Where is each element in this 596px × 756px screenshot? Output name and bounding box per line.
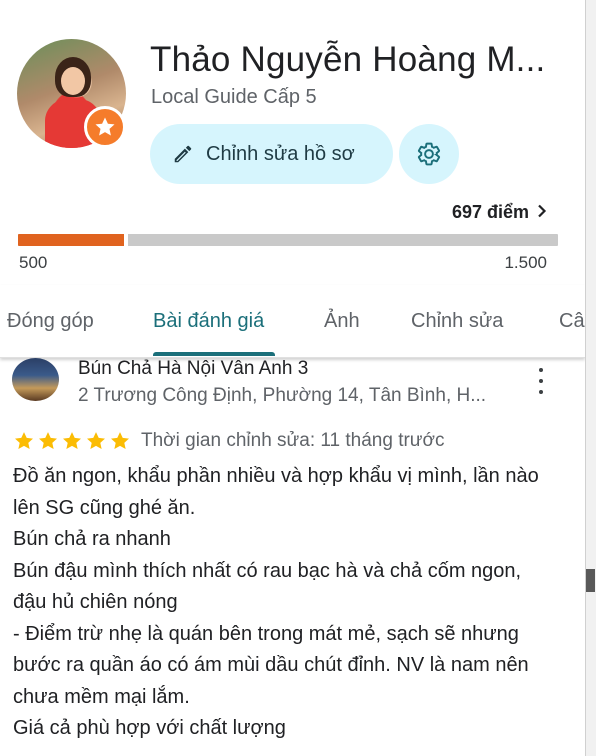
points-progress-bar	[18, 234, 558, 246]
star-icon	[15, 432, 33, 450]
star-rating	[12, 430, 132, 452]
star-icon	[111, 432, 129, 450]
local-guide-level: Local Guide Cấp 5	[151, 86, 317, 108]
more-vert-icon[interactable]	[530, 368, 552, 394]
star-icon	[63, 432, 81, 450]
tab-edits[interactable]: Chỉnh sửa	[411, 285, 503, 357]
review-time: Thời gian chỉnh sửa: 11 tháng trước	[141, 430, 445, 451]
profile-tabs: Đóng góp Bài đánh giá Ảnh Chỉnh sửa Câu	[0, 285, 585, 358]
pencil-icon	[174, 145, 192, 163]
edit-profile-button[interactable]: Chỉnh sửa hồ sơ	[150, 124, 393, 184]
chevron-right-icon	[537, 202, 547, 223]
local-guide-badge	[84, 106, 126, 148]
profile-name: Thảo Nguyễn Hoàng M...	[150, 40, 546, 79]
tab-photos[interactable]: Ảnh	[324, 285, 360, 357]
tab-questions[interactable]: Câu	[559, 285, 585, 357]
scrollbar-track[interactable]	[585, 0, 596, 756]
place-address: 2 Trương Công Định, Phường 14, Tân Bình,…	[78, 385, 487, 406]
progress-max-label: 1.500	[504, 253, 547, 272]
review-text: Đồ ăn ngon, khẩu phần nhiều và hợp khẩu …	[13, 465, 539, 739]
star-icon	[87, 432, 105, 450]
active-tab-indicator	[153, 352, 275, 356]
star-icon	[95, 117, 115, 136]
place-thumbnail[interactable]	[12, 358, 59, 401]
gear-icon	[417, 142, 441, 166]
points-progress-fill	[18, 234, 125, 246]
tab-reviews[interactable]: Bài đánh giá	[153, 285, 264, 357]
profile-header: Thảo Nguyễn Hoàng M... Local Guide Cấp 5…	[0, 0, 585, 283]
scrollbar-thumb[interactable]	[586, 569, 595, 592]
tab-contributions[interactable]: Đóng góp	[7, 285, 94, 357]
review-card: Bún Chả Hà Nội Vân Anh 3 2 Trương Công Đ…	[0, 358, 585, 756]
star-icon	[39, 432, 57, 450]
progress-min-label: 500	[19, 253, 48, 272]
points-link[interactable]: 697 điểm	[452, 202, 547, 223]
settings-button[interactable]	[399, 124, 459, 184]
place-name[interactable]: Bún Chả Hà Nội Vân Anh 3	[78, 358, 308, 380]
points-value: 697 điểm	[451, 202, 529, 222]
edit-profile-label: Chỉnh sửa hồ sơ	[206, 142, 355, 165]
